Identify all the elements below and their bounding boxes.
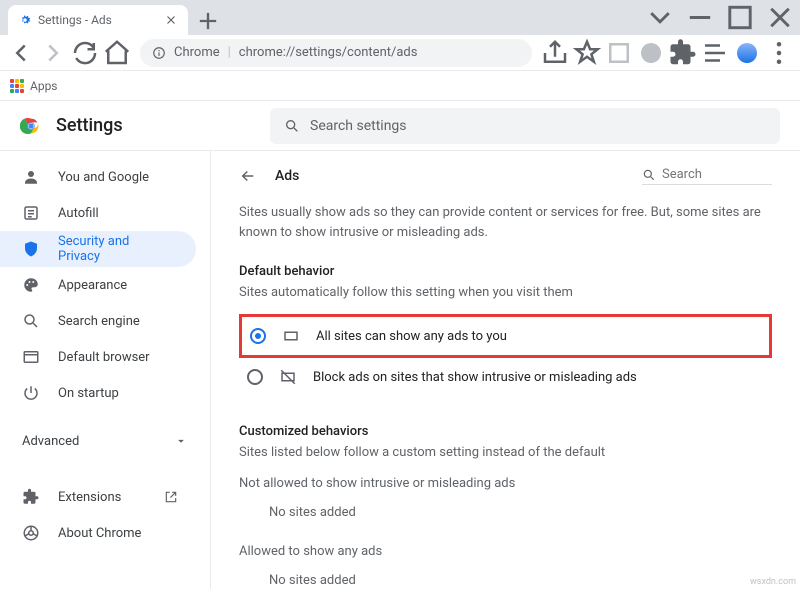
search-icon <box>22 312 40 330</box>
share-icon[interactable] <box>540 38 570 68</box>
url-text: chrome://settings/content/ads <box>239 45 418 60</box>
search-icon <box>284 118 300 134</box>
option-block-label: Block ads on sites that show intrusive o… <box>313 370 637 385</box>
maximize-button[interactable] <box>720 0 760 35</box>
watermark: wsxdn.com <box>750 577 796 587</box>
window-titlebar: Settings - Ads <box>0 0 800 35</box>
reading-mode-icon[interactable] <box>700 38 730 68</box>
chrome-outline-icon <box>22 524 40 542</box>
sidebar-item-on-startup[interactable]: On startup <box>0 375 196 411</box>
sidebar-item-search-engine[interactable]: Search engine <box>0 303 196 339</box>
sidebar-item-label: Appearance <box>58 278 127 293</box>
apps-label[interactable]: Apps <box>30 79 58 93</box>
no-sites-text: No sites added <box>239 559 772 589</box>
settings-title: Settings <box>56 115 123 136</box>
option-allow-ads[interactable]: All sites can show any ads to you <box>239 314 772 358</box>
power-icon <box>22 384 40 402</box>
bookmark-star-icon[interactable] <box>572 38 602 68</box>
advanced-label: Advanced <box>22 434 79 449</box>
reading-list-icon[interactable] <box>604 38 634 68</box>
option-block-ads[interactable]: Block ads on sites that show intrusive o… <box>239 358 772 396</box>
chevron-down-icon[interactable] <box>640 0 680 35</box>
close-window-button[interactable] <box>760 0 800 35</box>
sidebar-item-autofill[interactable]: Autofill <box>0 195 196 231</box>
nav-back-button[interactable] <box>6 38 36 68</box>
content-search-input[interactable] <box>662 167 752 182</box>
new-tab-button[interactable] <box>194 7 222 35</box>
ads-rectangle-icon <box>282 327 300 345</box>
settings-search-placeholder: Search settings <box>310 118 407 134</box>
tab-favicon-gear-icon <box>18 13 32 27</box>
sidebar-item-about-chrome[interactable]: About Chrome <box>0 515 196 551</box>
reload-button[interactable] <box>70 38 100 68</box>
radio-selected-icon[interactable] <box>250 328 266 344</box>
browser-toolbar: Chrome | chrome://settings/content/ads <box>0 35 800 71</box>
settings-header: Settings Search settings <box>0 101 800 151</box>
sidebar-item-label: Extensions <box>58 490 121 505</box>
autofill-icon <box>22 204 40 222</box>
url-prefix: Chrome <box>174 45 220 60</box>
home-button[interactable] <box>102 38 132 68</box>
custom-behaviors-heading: Customized behaviors <box>239 424 772 439</box>
sidebar-item-security-privacy[interactable]: Security and Privacy <box>0 231 196 267</box>
sidebar-item-appearance[interactable]: Appearance <box>0 267 196 303</box>
shield-icon <box>22 240 40 258</box>
sidebar-item-label: Autofill <box>58 206 99 221</box>
site-info-icon[interactable] <box>152 46 166 60</box>
sidebar-item-label: Default browser <box>58 350 150 365</box>
search-icon <box>642 168 656 182</box>
tab-close-icon[interactable] <box>164 13 178 27</box>
menu-dots-icon[interactable] <box>764 38 794 68</box>
browser-icon <box>22 348 40 366</box>
settings-search[interactable]: Search settings <box>270 108 780 144</box>
back-arrow-icon[interactable] <box>239 167 257 185</box>
chrome-logo-icon <box>20 115 42 137</box>
extension-generic-icon[interactable] <box>636 38 666 68</box>
option-allow-label: All sites can show any ads to you <box>316 329 507 344</box>
ads-blocked-icon <box>279 368 297 386</box>
apps-grid-icon[interactable] <box>10 79 24 93</box>
no-sites-text: No sites added <box>239 491 772 534</box>
allowed-heading: Allowed to show any ads <box>239 544 772 559</box>
page-title: Ads <box>275 168 299 184</box>
tab-title: Settings - Ads <box>38 13 158 27</box>
default-behavior-heading: Default behavior <box>239 264 772 279</box>
bookmark-bar: Apps <box>0 71 800 101</box>
intro-text: Sites usually show ads so they can provi… <box>239 203 772 242</box>
puzzle-icon <box>22 488 40 506</box>
sidebar-item-default-browser[interactable]: Default browser <box>0 339 196 375</box>
settings-main: Ads Sites usually show ads so they can p… <box>210 151 800 589</box>
sidebar-advanced-toggle[interactable]: Advanced <box>0 423 210 459</box>
address-bar[interactable]: Chrome | chrome://settings/content/ads <box>140 39 532 67</box>
sidebar-item-label: About Chrome <box>58 526 141 541</box>
sidebar-item-label: Security and Privacy <box>58 234 174 264</box>
url-separator: | <box>228 45 231 60</box>
sidebar-item-you-and-google[interactable]: You and Google <box>0 159 196 195</box>
radio-unselected-icon[interactable] <box>247 369 263 385</box>
sidebar-item-extensions[interactable]: Extensions <box>0 479 196 515</box>
settings-sidebar: You and Google Autofill Security and Pri… <box>0 151 210 589</box>
sidebar-item-label: On startup <box>58 386 119 401</box>
window-controls <box>640 0 800 35</box>
nav-forward-button[interactable] <box>38 38 68 68</box>
browser-tab[interactable]: Settings - Ads <box>8 5 188 35</box>
sidebar-item-label: You and Google <box>58 170 149 185</box>
not-allowed-heading: Not allowed to show intrusive or mislead… <box>239 476 772 491</box>
palette-icon <box>22 276 40 294</box>
custom-behaviors-sub: Sites listed below follow a custom setti… <box>239 445 772 460</box>
content-search[interactable] <box>642 167 772 185</box>
extensions-puzzle-icon[interactable] <box>668 38 698 68</box>
person-icon <box>22 168 40 186</box>
default-behavior-sub: Sites automatically follow this setting … <box>239 285 772 300</box>
profile-avatar[interactable] <box>732 38 762 68</box>
chevron-down-icon <box>174 434 188 448</box>
sidebar-item-label: Search engine <box>58 314 140 329</box>
minimize-button[interactable] <box>680 0 720 35</box>
open-external-icon <box>164 490 178 504</box>
